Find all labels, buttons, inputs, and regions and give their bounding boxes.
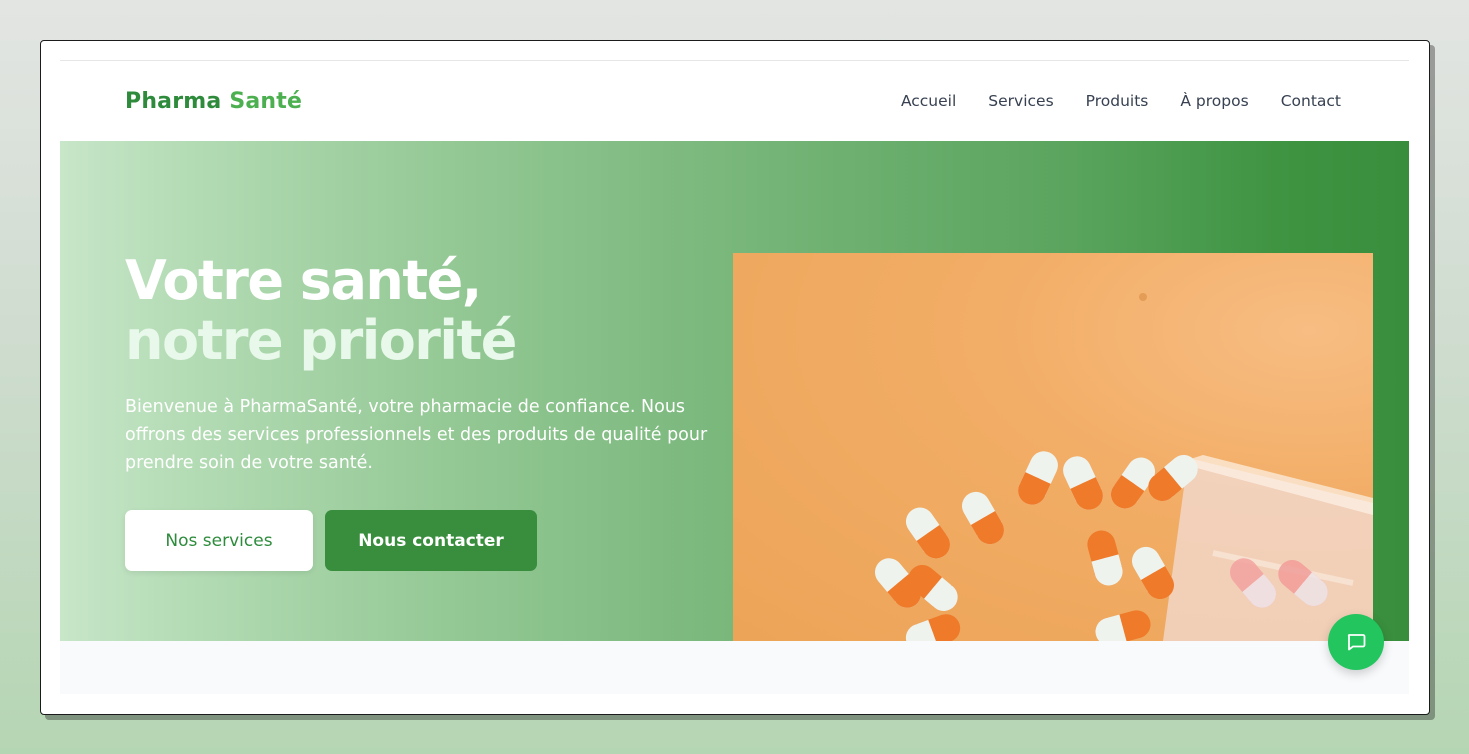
- hero-description: Bienvenue à PharmaSanté, votre pharmacie…: [125, 397, 708, 473]
- navbar: Pharma Santé Accueil Services Produits À…: [60, 61, 1409, 141]
- pills-illustration: [875, 293, 1373, 641]
- hero-title-line-2: notre priorité: [125, 309, 517, 372]
- nav-link-services[interactable]: Services: [988, 92, 1053, 110]
- contact-button[interactable]: Nous contacter: [325, 510, 537, 571]
- nav-link-produits[interactable]: Produits: [1086, 92, 1149, 110]
- chat-button[interactable]: [1328, 614, 1384, 670]
- main-nav: Accueil Services Produits À propos Conta…: [901, 92, 1341, 110]
- nav-link-accueil[interactable]: Accueil: [901, 92, 956, 110]
- hero-title: Votre santé, notre priorité: [125, 249, 517, 372]
- hero-title-line-1: Votre santé,: [125, 249, 482, 312]
- nav-link-a-propos[interactable]: À propos: [1180, 92, 1248, 110]
- services-button[interactable]: Nos services: [125, 510, 313, 571]
- logo-part-pharma: Pharma: [125, 89, 222, 114]
- hero-section: Votre santé, notre priorité Bienvenue à …: [60, 141, 1409, 641]
- page: Pharma Santé Accueil Services Produits À…: [60, 60, 1409, 694]
- nav-link-contact[interactable]: Contact: [1281, 92, 1341, 110]
- browser-frame: Pharma Santé Accueil Services Produits À…: [40, 40, 1430, 715]
- logo-part-sante: Santé: [229, 89, 303, 114]
- chat-bubble-icon: [1347, 634, 1366, 651]
- site-logo[interactable]: Pharma Santé: [125, 89, 302, 114]
- hero-image: [733, 253, 1373, 641]
